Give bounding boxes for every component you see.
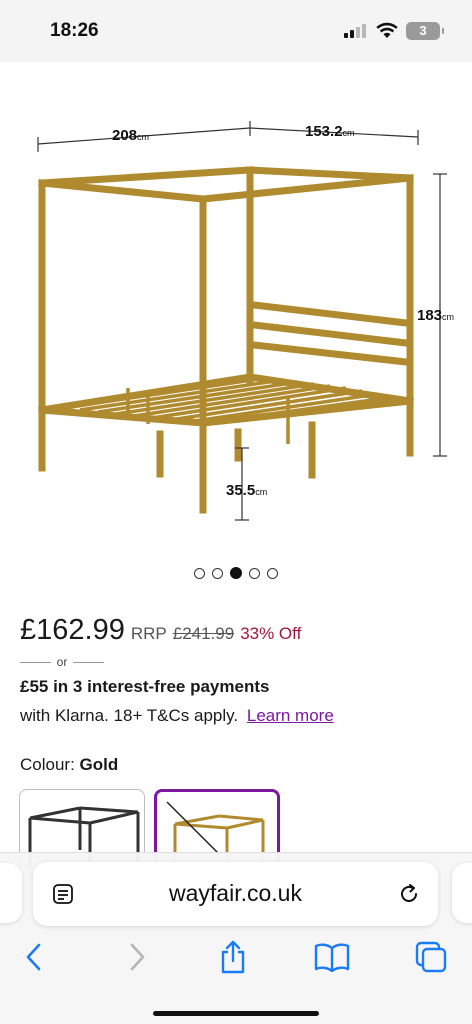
divider-line bbox=[73, 661, 105, 663]
bookmarks-button[interactable] bbox=[312, 939, 352, 975]
previous-tab-preview[interactable] bbox=[0, 863, 22, 923]
status-bar: 18:26 3 bbox=[0, 0, 472, 62]
or-divider: or bbox=[20, 654, 105, 670]
dimension-width-label: 208cm bbox=[112, 127, 149, 144]
next-tab-preview[interactable] bbox=[452, 863, 472, 923]
canopy-front-rail bbox=[38, 179, 207, 203]
bed-frame-diagram: 208cm 153.2cm 183cm 35.5cm bbox=[37, 121, 454, 521]
wifi-icon bbox=[376, 22, 398, 44]
carousel-dot[interactable] bbox=[267, 568, 278, 579]
back-icon bbox=[26, 943, 41, 971]
carousel-dot[interactable] bbox=[249, 568, 260, 579]
browser-toolbar: wayfair.co.uk bbox=[0, 852, 472, 1024]
divider-line bbox=[20, 661, 51, 663]
original-price: £241.99 bbox=[172, 624, 235, 643]
dimension-depth-label: 153.2cm bbox=[305, 123, 355, 140]
bookmarks-icon bbox=[314, 943, 350, 973]
current-price: £162.99 bbox=[20, 614, 125, 646]
battery-icon: 3 bbox=[406, 22, 444, 40]
tabs-button[interactable] bbox=[411, 939, 451, 975]
klarna-title: £55 in 3 interest-free payments bbox=[20, 677, 270, 696]
forward-button[interactable] bbox=[117, 939, 157, 975]
reload-icon[interactable] bbox=[397, 882, 421, 911]
forward-icon bbox=[130, 943, 145, 971]
carousel-dots[interactable] bbox=[0, 566, 472, 582]
tabs-icon bbox=[415, 941, 447, 973]
share-icon bbox=[221, 940, 245, 974]
url-text[interactable]: wayfair.co.uk bbox=[33, 880, 438, 907]
signal-icon bbox=[344, 24, 366, 38]
colour-label: Colour: bbox=[20, 755, 75, 774]
carousel-dot[interactable] bbox=[212, 568, 223, 579]
dimension-clearance-label: 35.5cm bbox=[226, 482, 267, 499]
learn-more-link[interactable]: Learn more bbox=[247, 706, 334, 725]
status-time: 18:26 bbox=[50, 20, 99, 41]
klarna-text: with Klarna. 18+ T&Cs apply. bbox=[20, 706, 239, 725]
product-image[interactable]: 208cm 153.2cm 183cm 35.5cm bbox=[0, 62, 472, 552]
carousel-dot-active[interactable] bbox=[230, 567, 242, 579]
home-indicator[interactable] bbox=[153, 1011, 319, 1016]
colour-selected: Gold bbox=[79, 755, 119, 774]
carousel-dot[interactable] bbox=[194, 568, 205, 579]
share-button[interactable] bbox=[213, 939, 253, 975]
back-button[interactable] bbox=[14, 939, 54, 975]
discount-badge: 33% Off bbox=[240, 624, 302, 643]
rrp-label: RRP bbox=[130, 624, 167, 643]
klarna-info: with Klarna. 18+ T&Cs apply. Learn more bbox=[20, 706, 334, 726]
price-row: £162.99 RRP £241.99 33% Off bbox=[20, 614, 301, 647]
address-bar[interactable]: wayfair.co.uk bbox=[33, 862, 438, 926]
or-text: or bbox=[56, 655, 68, 669]
colour-label-row: Colour: Gold bbox=[20, 755, 118, 775]
dimension-height-label: 183cm bbox=[417, 307, 454, 324]
